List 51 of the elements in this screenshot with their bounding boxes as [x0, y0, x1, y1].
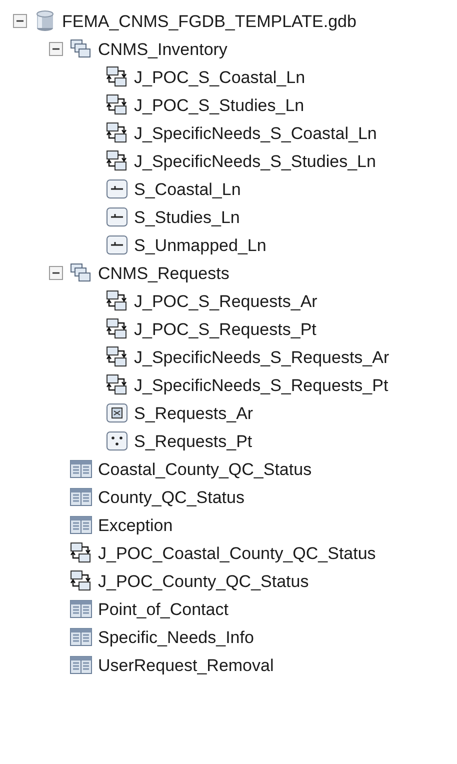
tree-item-label[interactable]: CNMS_Requests [98, 264, 230, 282]
relationship-icon [106, 346, 128, 368]
dataset-icon [70, 263, 92, 283]
relationship-icon [106, 66, 128, 88]
relationship-icon [106, 150, 128, 172]
polygon-feature-icon [106, 403, 128, 423]
tree-item-label[interactable]: J_SpecificNeeds_S_Requests_Ar [134, 348, 390, 366]
tree-item-label[interactable]: County_QC_Status [98, 488, 244, 506]
tree-item-label[interactable]: J_POC_Coastal_County_QC_Status [98, 544, 376, 562]
relationship-icon [106, 290, 128, 312]
expand-toggle[interactable] [12, 13, 28, 29]
tree-item-label[interactable]: Coastal_County_QC_Status [98, 460, 312, 478]
tree-item-label[interactable]: S_Studies_Ln [134, 208, 240, 226]
tree-item-label[interactable]: FEMA_CNMS_FGDB_TEMPLATE.gdb [62, 12, 356, 30]
line-feature-icon [106, 235, 128, 255]
tree-item-label[interactable]: J_POC_S_Studies_Ln [134, 96, 304, 114]
tree-item-label[interactable]: J_SpecificNeeds_S_Studies_Ln [134, 152, 376, 170]
tree-item-label[interactable]: Exception [98, 516, 173, 534]
line-feature-icon [106, 207, 128, 227]
tree-item-label[interactable]: Specific_Needs_Info [98, 628, 254, 646]
tree-item-label[interactable]: J_POC_S_Requests_Ar [134, 292, 318, 310]
tree-item-label[interactable]: J_POC_County_QC_Status [98, 572, 309, 590]
table-icon [70, 516, 92, 534]
table-icon [70, 600, 92, 618]
tree-item-label[interactable]: UserRequest_Removal [98, 656, 274, 674]
tree-item-label[interactable]: CNMS_Inventory [98, 40, 228, 58]
tree-item-label[interactable]: S_Requests_Pt [134, 432, 252, 450]
relationship-icon [106, 318, 128, 340]
tree-item-label[interactable]: S_Coastal_Ln [134, 180, 241, 198]
tree-item-label[interactable]: J_POC_S_Coastal_Ln [134, 68, 306, 86]
line-feature-icon [106, 179, 128, 199]
relationship-icon [70, 570, 92, 592]
relationship-icon [106, 122, 128, 144]
tree-item-label[interactable]: S_Unmapped_Ln [134, 236, 266, 254]
expand-toggle[interactable] [48, 41, 64, 57]
table-icon [70, 488, 92, 506]
relationship-icon [106, 94, 128, 116]
tree-item-label[interactable]: J_SpecificNeeds_S_Requests_Pt [134, 376, 388, 394]
tree-item-label[interactable]: S_Requests_Ar [134, 404, 254, 422]
table-icon [70, 628, 92, 646]
expand-toggle[interactable] [48, 265, 64, 281]
point-feature-icon [106, 431, 128, 451]
tree-item-label[interactable]: Point_of_Contact [98, 600, 228, 618]
table-icon [70, 656, 92, 674]
tree-item-label[interactable]: J_SpecificNeeds_S_Coastal_Ln [134, 124, 377, 142]
relationship-icon [70, 542, 92, 564]
tree-item-label[interactable]: J_POC_S_Requests_Pt [134, 320, 316, 338]
relationship-icon [106, 374, 128, 396]
table-icon [70, 460, 92, 478]
database-icon [35, 10, 55, 32]
dataset-icon [70, 39, 92, 59]
